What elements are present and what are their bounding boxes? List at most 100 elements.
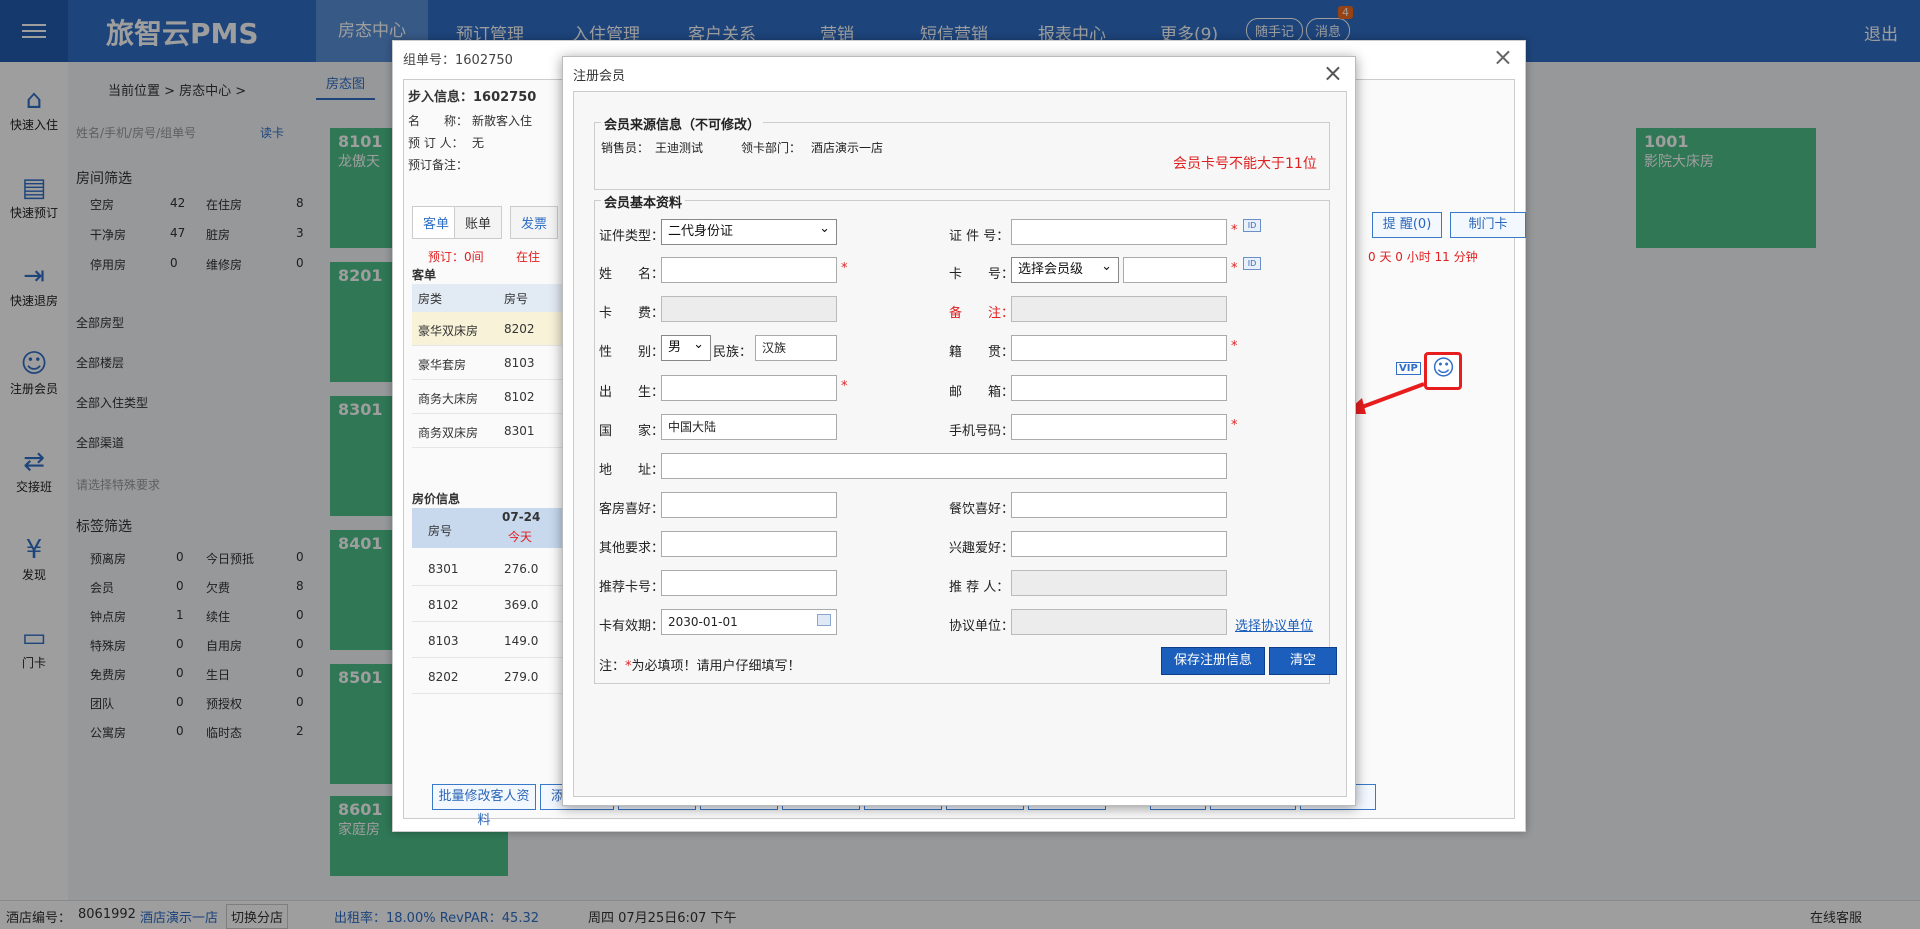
country-input[interactable]: 中国大陆 bbox=[661, 414, 837, 440]
ref-card-label: 推荐卡号： bbox=[599, 580, 665, 595]
close-icon[interactable]: × bbox=[1493, 43, 1513, 71]
valid-date-input[interactable]: 2030-01-01 bbox=[661, 609, 837, 635]
dept-value: 酒店演示一店 bbox=[811, 141, 884, 155]
card-fee-input bbox=[661, 296, 837, 322]
seller-label: 销售员： bbox=[601, 141, 650, 155]
booker-label: 预 订 人： bbox=[408, 136, 464, 150]
required-star: * bbox=[841, 261, 848, 276]
gender-select[interactable]: 男 bbox=[661, 333, 711, 361]
modal-body: 会员来源信息（不可修改） 销售员： 王迪测试 领卡部门： 酒店演示一店 会员卡号… bbox=[573, 91, 1347, 797]
birth-label: 出 生： bbox=[599, 385, 665, 400]
ref-card-input[interactable] bbox=[661, 570, 837, 596]
hobby-input[interactable] bbox=[1011, 531, 1227, 557]
required-star: * bbox=[1231, 418, 1238, 433]
agreement-input bbox=[1011, 609, 1227, 635]
modal-title: 注册会员 bbox=[573, 69, 626, 84]
country-label: 国 家： bbox=[599, 424, 665, 439]
mobile-label: 手机号码： bbox=[949, 424, 1015, 439]
price-row[interactable]: 8103 149.0 bbox=[412, 622, 562, 658]
address-label: 地 址： bbox=[599, 463, 665, 478]
card-no-input[interactable] bbox=[1123, 257, 1227, 283]
cell-room-no: 8301 bbox=[504, 424, 535, 438]
close-icon[interactable]: × bbox=[1323, 59, 1343, 87]
select-agreement-link[interactable]: 选择协议单位 bbox=[1235, 615, 1313, 634]
member-source-fieldset: 会员来源信息（不可修改） 销售员： 王迪测试 领卡部门： 酒店演示一店 会员卡号… bbox=[594, 114, 1330, 190]
name-label: 姓 名： bbox=[599, 267, 665, 282]
table-row[interactable]: 商务大床房 8102 bbox=[412, 380, 562, 414]
read-id-card-icon[interactable]: ID bbox=[1243, 219, 1261, 232]
price-section-title: 房价信息 bbox=[412, 492, 461, 506]
outer-dialog-title: 组单号：1602750 bbox=[403, 53, 513, 68]
food-pref-input[interactable] bbox=[1011, 492, 1227, 518]
id-no-input[interactable] bbox=[1011, 219, 1227, 245]
member-basic-legend: 会员基本资料 bbox=[601, 192, 686, 211]
gender-label: 性 别： bbox=[599, 345, 665, 360]
booked-count: 预订：0间 bbox=[428, 250, 484, 264]
price-col-room: 房号 bbox=[428, 524, 453, 538]
seller-value: 王迪测试 bbox=[655, 141, 704, 155]
required-star: * bbox=[1231, 339, 1238, 354]
other-req-input[interactable] bbox=[661, 531, 837, 557]
member-basic-fieldset: 会员基本资料 证件类型： 二代身份证 证 件 号： * ID 姓 名： * 卡 … bbox=[594, 192, 1337, 684]
cell-room-type: 豪华套房 bbox=[418, 358, 467, 372]
note-label: 预订备注： bbox=[408, 158, 469, 172]
mobile-input[interactable] bbox=[1011, 414, 1227, 440]
tab-invoice[interactable]: 发票 bbox=[510, 206, 559, 239]
price-row[interactable]: 8102 369.0 bbox=[412, 586, 562, 622]
id-type-select[interactable]: 二代身份证 bbox=[661, 217, 837, 245]
cell-price: 279.0 bbox=[504, 670, 539, 684]
card-length-warning: 会员卡号不能大于11位 bbox=[1173, 156, 1317, 172]
required-star: * bbox=[1231, 223, 1238, 238]
register-member-modal: 注册会员 × 会员来源信息（不可修改） 销售员： 王迪测试 领卡部门： 酒店演示… bbox=[562, 56, 1356, 806]
birth-input[interactable] bbox=[661, 375, 837, 401]
table-row[interactable]: 商务双床房 8301 bbox=[412, 414, 562, 448]
cell-room-no: 8301 bbox=[428, 562, 459, 576]
price-row[interactable]: 8202 279.0 bbox=[412, 658, 562, 694]
col-room-no: 房号 bbox=[504, 292, 529, 306]
food-pref-label: 餐饮喜好： bbox=[949, 502, 1015, 517]
cell-price: 276.0 bbox=[504, 562, 539, 576]
cell-room-no: 8103 bbox=[428, 634, 459, 648]
cell-price: 149.0 bbox=[504, 634, 539, 648]
address-input[interactable] bbox=[661, 453, 1227, 479]
email-input[interactable] bbox=[1011, 375, 1227, 401]
make-card-button[interactable]: 制门卡 bbox=[1450, 212, 1526, 238]
tab-bill[interactable]: 账单 bbox=[454, 206, 503, 239]
add-member-icon[interactable]: ☺ bbox=[1432, 356, 1455, 381]
remind-button[interactable]: 提 醒(0) bbox=[1372, 212, 1442, 238]
cell-room-no: 8102 bbox=[504, 390, 535, 404]
hobby-label: 兴趣爱好： bbox=[949, 541, 1015, 556]
name-input[interactable] bbox=[661, 257, 837, 283]
clear-button[interactable]: 清空 bbox=[1269, 647, 1337, 675]
table-row[interactable]: 豪华双床房 8202 bbox=[412, 312, 562, 346]
name-value: 新散客入住 bbox=[472, 114, 533, 128]
fee-label: 卡 费： bbox=[599, 306, 665, 321]
ethnic-label: 民族： bbox=[713, 345, 753, 360]
ethnic-input[interactable]: 汉族 bbox=[755, 335, 837, 361]
note-text: 为必填项！请用户仔细填写！ bbox=[631, 659, 801, 674]
cell-room-type: 商务大床房 bbox=[418, 392, 479, 406]
room-pref-label: 客房喜好： bbox=[599, 502, 665, 517]
room-pref-input[interactable] bbox=[661, 492, 837, 518]
tab-guest[interactable]: 客单 bbox=[412, 206, 461, 239]
vip-icon[interactable]: VIP bbox=[1396, 362, 1421, 375]
cell-room-no: 8202 bbox=[504, 322, 535, 336]
remark-label: 备 注： bbox=[949, 306, 1015, 321]
name-label: 名 称： bbox=[408, 114, 469, 128]
other-req-label: 其他要求： bbox=[599, 541, 665, 556]
guest-section-title: 客单 bbox=[412, 268, 437, 282]
native-label: 籍 贯： bbox=[949, 345, 1015, 360]
id-type-label: 证件类型： bbox=[599, 229, 665, 244]
member-level-select[interactable]: 选择会员级 bbox=[1011, 255, 1119, 283]
outer-action-button[interactable]: 批量修改客人资料 bbox=[432, 784, 536, 828]
col-room-type: 房类 bbox=[418, 292, 443, 306]
member-source-legend: 会员来源信息（不可修改） bbox=[601, 114, 764, 133]
read-card-icon[interactable]: ID bbox=[1243, 257, 1261, 270]
cell-room-type: 豪华双床房 bbox=[418, 324, 479, 338]
table-row[interactable]: 豪华套房 8103 bbox=[412, 346, 562, 380]
id-no-label: 证 件 号： bbox=[949, 229, 1010, 244]
price-row[interactable]: 8301 276.0 bbox=[412, 550, 562, 586]
native-input[interactable] bbox=[1011, 335, 1227, 361]
calendar-icon[interactable] bbox=[817, 614, 831, 626]
save-member-button[interactable]: 保存注册信息 bbox=[1161, 647, 1265, 675]
